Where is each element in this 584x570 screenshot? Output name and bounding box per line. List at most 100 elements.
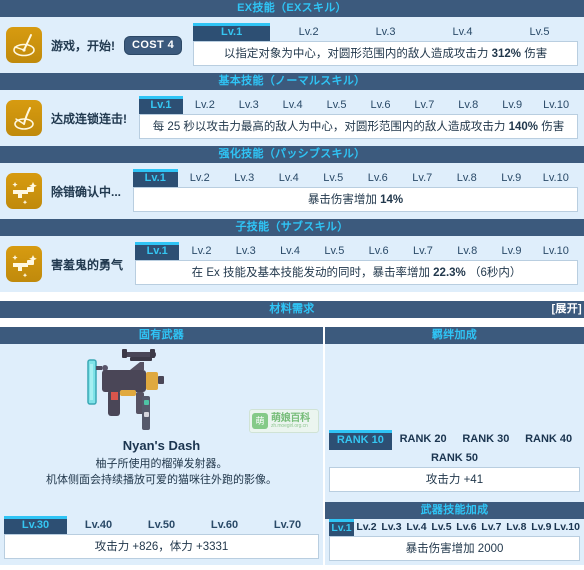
level-tab[interactable]: Lv.3 bbox=[224, 242, 268, 260]
level-tab[interactable]: Lv.10 bbox=[534, 169, 579, 187]
level-tab[interactable]: Lv.4 bbox=[267, 169, 312, 187]
watermark: 萌 萌娘百科 zh.moegirl.org.cn bbox=[249, 409, 319, 433]
panel-title-bond: 羁绊加成 bbox=[431, 329, 478, 341]
level-tab[interactable]: Lv.3 bbox=[227, 96, 271, 114]
section-header-ex: EX技能（EXスキル） bbox=[0, 0, 584, 17]
level-tab[interactable]: Lv.2 bbox=[178, 169, 223, 187]
weapon-level-tab[interactable]: Lv.70 bbox=[256, 516, 319, 534]
level-tab[interactable]: Lv.8 bbox=[446, 96, 490, 114]
level-tab[interactable]: Lv.9 bbox=[489, 242, 533, 260]
desc-value: 14% bbox=[380, 194, 404, 206]
sub-skill-icon bbox=[6, 246, 42, 282]
skill-name-normal: 达成连锁连击! bbox=[51, 111, 127, 126]
level-tab[interactable]: Lv.10 bbox=[534, 96, 578, 114]
weapon-level-tab[interactable]: Lv.50 bbox=[130, 516, 193, 534]
skill-cost-badge: COST 4 bbox=[125, 36, 182, 54]
panel-header-weapon-skill: 武器技能加成 bbox=[325, 502, 584, 519]
detail-columns: 固有武器 萌 萌娘百科 zh.moegirl.org.cn Nyan's Das… bbox=[0, 327, 584, 565]
skill-name-passive: 除错确认中... bbox=[51, 184, 122, 199]
level-tabs-sub: Lv.1 Lv.2 Lv.3 Lv.4 Lv.5 Lv.6 Lv.7 Lv.8 … bbox=[135, 242, 578, 260]
weapon-skill-level-tab[interactable]: Lv.5 bbox=[429, 519, 454, 536]
desc-text: 暴击伤害增加 bbox=[307, 194, 377, 206]
level-tab[interactable]: Lv.5 bbox=[501, 23, 578, 41]
section-title-normal: 基本技能（ノーマルスキル） bbox=[218, 75, 366, 87]
bond-stats: 攻击力 +41 bbox=[329, 467, 580, 492]
level-tab[interactable]: Lv.3 bbox=[347, 23, 424, 41]
level-tab[interactable]: Lv.5 bbox=[312, 242, 356, 260]
level-tab[interactable]: Lv.7 bbox=[401, 242, 445, 260]
weapon-skill-level-tab[interactable]: Lv.3 bbox=[379, 519, 404, 536]
skill-block-passive: 除错确认中... Lv.1 Lv.2 Lv.3 Lv.4 Lv.5 Lv.6 L… bbox=[0, 163, 584, 219]
weapon-skill-level-tab[interactable]: Lv.8 bbox=[504, 519, 529, 536]
level-tab[interactable]: Lv.2 bbox=[179, 242, 223, 260]
skill-description-passive: 暴击伤害增加 14% bbox=[133, 187, 578, 212]
level-tab[interactable]: Lv.6 bbox=[357, 242, 401, 260]
level-tab[interactable]: Lv.2 bbox=[270, 23, 347, 41]
weapon-level-tab[interactable]: Lv.40 bbox=[67, 516, 130, 534]
desc-text: 每 25 秒以攻击力最高的敌人为中心，对圆形范围内的敌人造成攻击力 bbox=[152, 121, 506, 133]
level-tab[interactable]: Lv.10 bbox=[534, 242, 578, 260]
skill-block-sub: 害羞鬼的勇气 Lv.1 Lv.2 Lv.3 Lv.4 Lv.5 Lv.6 Lv.… bbox=[0, 236, 584, 292]
weapon-skill-level-tab[interactable]: Lv.7 bbox=[479, 519, 504, 536]
weapon-level-tab[interactable]: Lv.60 bbox=[193, 516, 256, 534]
bond-rank-tab[interactable]: RANK 40 bbox=[517, 430, 580, 450]
passive-skill-icon bbox=[6, 173, 42, 209]
weapon-skill-level-tab[interactable]: Lv.6 bbox=[454, 519, 479, 536]
level-tab[interactable]: Lv.6 bbox=[356, 169, 401, 187]
weapon-art-area: 萌 萌娘百科 zh.moegirl.org.cn bbox=[0, 344, 323, 436]
level-tab[interactable]: Lv.9 bbox=[490, 96, 534, 114]
weapon-stats: 攻击力 +826，体力 +3331 bbox=[4, 534, 319, 559]
skill-name-ex: 游戏，开始! bbox=[51, 38, 115, 53]
weapon-skill-level-tab[interactable]: Lv.2 bbox=[354, 519, 379, 536]
weapon-skill-level-tab[interactable]: Lv.1 bbox=[329, 519, 354, 536]
bond-panel-body: RANK 10 RANK 20 RANK 30 RANK 40 RANK 50 … bbox=[325, 344, 584, 498]
watermark-url: zh.moegirl.org.cn bbox=[271, 422, 308, 429]
bond-rank-tab[interactable]: RANK 30 bbox=[455, 430, 518, 450]
skill-levels-normal: Lv.1 Lv.2 Lv.3 Lv.4 Lv.5 Lv.6 Lv.7 Lv.8 … bbox=[139, 96, 578, 139]
section-header-sub: 子技能（サブスキル） bbox=[0, 219, 584, 236]
level-tab[interactable]: Lv.3 bbox=[222, 169, 267, 187]
level-tab[interactable]: Lv.1 bbox=[135, 242, 180, 260]
level-tab[interactable]: Lv.7 bbox=[400, 169, 445, 187]
section-header-normal: 基本技能（ノーマルスキル） bbox=[0, 73, 584, 90]
desc-text: 以指定对象为中心，对圆形范围内的敌人造成攻击力 bbox=[223, 48, 489, 60]
skill-identity-passive: 除错确认中... bbox=[6, 169, 121, 209]
section-title-passive: 强化技能（パッシブスキル） bbox=[218, 148, 366, 160]
weapon-level-tab[interactable]: Lv.30 bbox=[4, 516, 67, 534]
expand-toggle[interactable]: [展开] bbox=[551, 301, 582, 318]
level-tab[interactable]: Lv.1 bbox=[139, 96, 183, 114]
bond-rank-tab[interactable]: RANK 10 bbox=[329, 430, 392, 450]
grenade-launcher-sprite bbox=[87, 349, 164, 430]
skill-identity-sub: 害羞鬼的勇气 bbox=[6, 242, 123, 282]
bond-rank-tab[interactable]: RANK 20 bbox=[392, 430, 455, 450]
bond-rank-section: RANK 10 RANK 20 RANK 30 RANK 40 RANK 50 … bbox=[325, 430, 584, 492]
skill-levels-passive: Lv.1 Lv.2 Lv.3 Lv.4 Lv.5 Lv.6 Lv.7 Lv.8 … bbox=[133, 169, 578, 212]
level-tab[interactable]: Lv.8 bbox=[445, 242, 489, 260]
section-title-material: 材料需求 bbox=[269, 303, 315, 315]
level-tab[interactable]: Lv.2 bbox=[183, 96, 227, 114]
section-header-material: 材料需求 [展开] bbox=[0, 301, 584, 318]
level-tab[interactable]: Lv.1 bbox=[133, 169, 178, 187]
level-tab[interactable]: Lv.7 bbox=[402, 96, 446, 114]
level-tab[interactable]: Lv.5 bbox=[315, 96, 359, 114]
level-tab[interactable]: Lv.4 bbox=[268, 242, 312, 260]
material-gap bbox=[0, 318, 584, 327]
level-tab[interactable]: Lv.8 bbox=[445, 169, 490, 187]
level-tab[interactable]: Lv.4 bbox=[424, 23, 501, 41]
weapon-skill-level-tab[interactable]: Lv.4 bbox=[404, 519, 429, 536]
weapon-skill-level-tab[interactable]: Lv.9 bbox=[529, 519, 554, 536]
bond-rank-tabs-row1: RANK 10 RANK 20 RANK 30 RANK 40 bbox=[329, 430, 580, 450]
level-tab[interactable]: Lv.4 bbox=[271, 96, 315, 114]
level-tab[interactable]: Lv.6 bbox=[359, 96, 403, 114]
level-tabs-normal: Lv.1 Lv.2 Lv.3 Lv.4 Lv.5 Lv.6 Lv.7 Lv.8 … bbox=[139, 96, 578, 114]
normal-skill-icon bbox=[6, 100, 42, 136]
skill-block-normal: 达成连锁连击! Lv.1 Lv.2 Lv.3 Lv.4 Lv.5 Lv.6 Lv… bbox=[0, 90, 584, 146]
desc-tail: 伤害 bbox=[541, 121, 565, 133]
bond-rank-tab[interactable]: RANK 50 bbox=[329, 450, 580, 467]
weapon-level-tabs: Lv.30 Lv.40 Lv.50 Lv.60 Lv.70 bbox=[4, 516, 319, 534]
weapon-skill-level-tab[interactable]: Lv.10 bbox=[554, 519, 580, 536]
level-tab[interactable]: Lv.9 bbox=[489, 169, 534, 187]
level-tab[interactable]: Lv.1 bbox=[193, 23, 271, 41]
ex-skill-icon bbox=[6, 27, 42, 63]
level-tab[interactable]: Lv.5 bbox=[311, 169, 356, 187]
